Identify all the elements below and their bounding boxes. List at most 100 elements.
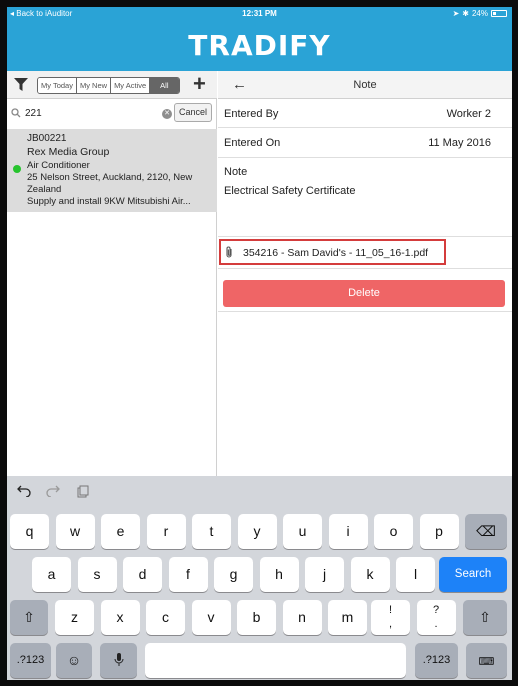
entered-on-value: 11 May 2016 bbox=[428, 137, 491, 149]
backspace-icon: ⌫ bbox=[476, 523, 496, 539]
key-e[interactable]: e bbox=[101, 514, 140, 549]
numbers-key-right[interactable]: .?123 bbox=[415, 643, 458, 678]
key-d[interactable]: d bbox=[123, 557, 162, 592]
keyboard-shortcut-bar bbox=[7, 476, 512, 506]
backspace-key[interactable]: ⌫ bbox=[465, 514, 507, 549]
key-t[interactable]: t bbox=[192, 514, 231, 549]
entered-on-label: Entered On bbox=[224, 137, 281, 149]
numbers-key-left[interactable]: .?123 bbox=[10, 643, 51, 678]
note-text: Electrical Safety Certificate bbox=[224, 185, 356, 197]
key-punct-0[interactable]: !, bbox=[371, 600, 410, 635]
status-dot bbox=[13, 165, 21, 173]
entered-by-value: Worker 2 bbox=[446, 108, 491, 120]
shift-icon: ⇧ bbox=[479, 609, 491, 625]
job-type: Air Conditioner bbox=[27, 160, 90, 171]
search-icon bbox=[11, 108, 21, 118]
key-punct-1[interactable]: ?. bbox=[416, 600, 456, 635]
cancel-search-button[interactable]: Cancel bbox=[174, 103, 212, 122]
key-m[interactable]: m bbox=[328, 600, 367, 635]
key-v[interactable]: v bbox=[191, 600, 231, 635]
redo-icon[interactable] bbox=[46, 485, 60, 497]
clear-search-icon[interactable]: ✕ bbox=[162, 109, 172, 119]
bluetooth-icon: ✱ bbox=[462, 9, 469, 18]
search-key[interactable]: Search bbox=[439, 557, 507, 592]
search-field: ✕ bbox=[9, 106, 173, 122]
attachment-link[interactable]: 354216 - Sam David's - 11_05_16-1.pdf bbox=[219, 239, 446, 265]
paste-icon[interactable] bbox=[77, 485, 89, 498]
punct-top: ! bbox=[388, 604, 393, 616]
hide-keyboard-key[interactable]: ⌨ bbox=[466, 643, 507, 678]
paperclip-icon bbox=[226, 246, 232, 258]
emoji-key[interactable]: ☺ bbox=[56, 643, 92, 678]
plus-icon[interactable]: + bbox=[193, 73, 206, 95]
clock: 12:31 PM bbox=[242, 9, 277, 18]
key-o[interactable]: o bbox=[374, 514, 413, 549]
job-list-item[interactable]: JB00221 Rex Media Group Air Conditioner … bbox=[7, 129, 217, 212]
segment-my-active[interactable]: My Active bbox=[111, 78, 151, 93]
page-title: Note bbox=[353, 79, 377, 91]
punct-top: ? bbox=[432, 604, 440, 616]
microphone-icon bbox=[114, 653, 123, 666]
funnel-icon[interactable] bbox=[14, 78, 28, 91]
key-u[interactable]: u bbox=[283, 514, 322, 549]
segment-my-new[interactable]: My New bbox=[76, 78, 112, 93]
job-list-pane: My Today My New My Active All + ✕ Cancel… bbox=[7, 71, 217, 476]
entered-by-row: Entered By Worker 2 bbox=[218, 99, 512, 128]
segment-all[interactable]: All bbox=[150, 78, 179, 93]
status-bar: ◂ Back to iAuditor 12:31 PM ➤ ✱ 24% bbox=[7, 7, 512, 21]
space-key[interactable] bbox=[145, 643, 406, 678]
ipad-screen: ◂ Back to iAuditor 12:31 PM ➤ ✱ 24% TRAD… bbox=[7, 7, 512, 680]
on-screen-keyboard: q w e r t y u i o p ⌫ a s d f g h j k l Search ⇧ z x c v b n m!,?. ⇧.… bbox=[7, 476, 512, 680]
job-filter-segmented-control: My Today My New My Active All bbox=[37, 77, 180, 94]
battery-percent: 24% bbox=[471, 9, 488, 18]
job-address-line2: Zealand bbox=[27, 184, 62, 195]
key-w[interactable]: w bbox=[55, 514, 95, 549]
key-x[interactable]: x bbox=[100, 600, 140, 635]
punct-bottom: , bbox=[388, 618, 393, 630]
note-detail-pane: ← Note Entered By Worker 2 Entered On 11… bbox=[218, 71, 512, 476]
key-h[interactable]: h bbox=[259, 557, 299, 592]
note-label: Note bbox=[224, 166, 248, 178]
shift-key-right[interactable]: ⇧ bbox=[463, 600, 507, 635]
delete-button[interactable]: Delete bbox=[223, 280, 505, 307]
key-f[interactable]: f bbox=[168, 557, 208, 592]
punct-bottom: . bbox=[434, 618, 438, 630]
keyboard-dismiss-icon: ⌨ bbox=[478, 656, 495, 668]
key-l[interactable]: l bbox=[396, 557, 435, 592]
job-list-toolbar: My Today My New My Active All + bbox=[7, 71, 217, 99]
note-toolbar: ← Note bbox=[218, 71, 512, 99]
note-row: Note Electrical Safety Certificate bbox=[218, 158, 512, 237]
key-n[interactable]: n bbox=[282, 600, 322, 635]
undo-icon[interactable] bbox=[17, 485, 31, 497]
key-y[interactable]: y bbox=[237, 514, 277, 549]
emoji-icon: ☺ bbox=[66, 652, 82, 668]
key-c[interactable]: c bbox=[146, 600, 185, 635]
tradify-logo: TRADIFY bbox=[188, 29, 331, 62]
key-i[interactable]: i bbox=[328, 514, 368, 549]
shift-key-left[interactable]: ⇧ bbox=[10, 600, 48, 635]
search-input[interactable] bbox=[25, 107, 155, 120]
key-g[interactable]: g bbox=[214, 557, 253, 592]
job-address-line1: 25 Nelson Street, Auckland, 2120, New bbox=[27, 172, 193, 183]
key-j[interactable]: j bbox=[305, 557, 344, 592]
battery-icon bbox=[491, 10, 507, 17]
job-number: JB00221 bbox=[27, 133, 67, 144]
key-b[interactable]: b bbox=[237, 600, 276, 635]
shift-icon: ⇧ bbox=[23, 609, 35, 625]
entered-by-label: Entered By bbox=[224, 108, 279, 120]
key-q[interactable]: q bbox=[10, 514, 49, 549]
key-r[interactable]: r bbox=[146, 514, 186, 549]
segment-my-today[interactable]: My Today bbox=[38, 78, 77, 93]
dictation-key[interactable] bbox=[100, 643, 137, 678]
attachment-filename: 354216 - Sam David's - 11_05_16-1.pdf bbox=[243, 247, 429, 259]
search-row: ✕ Cancel bbox=[7, 103, 217, 127]
location-icon: ➤ bbox=[452, 9, 460, 18]
job-description: Supply and install 9KW Mitsubishi Air... bbox=[27, 196, 191, 207]
key-k[interactable]: k bbox=[350, 557, 390, 592]
entered-on-row: Entered On 11 May 2016 bbox=[218, 128, 512, 158]
key-a[interactable]: a bbox=[32, 557, 71, 592]
job-client: Rex Media Group bbox=[27, 146, 110, 158]
key-p[interactable]: p bbox=[419, 514, 459, 549]
key-z[interactable]: z bbox=[55, 600, 94, 635]
key-s[interactable]: s bbox=[77, 557, 117, 592]
